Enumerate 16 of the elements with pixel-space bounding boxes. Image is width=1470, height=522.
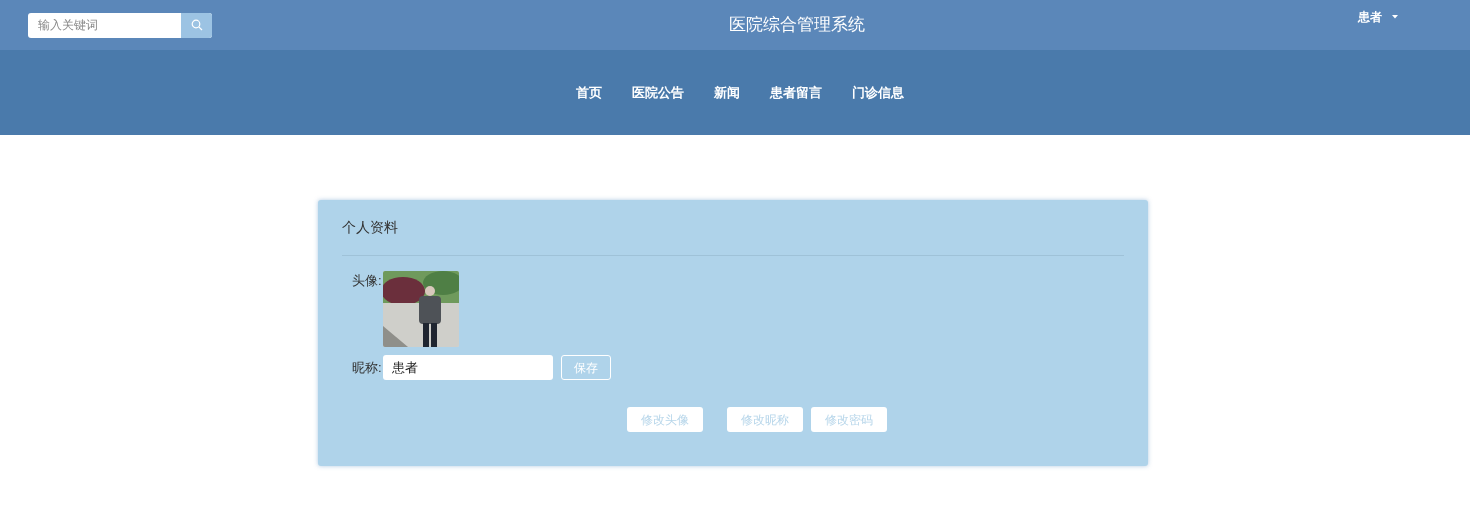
search-icon bbox=[190, 19, 203, 31]
user-menu[interactable]: 患者 bbox=[1358, 8, 1398, 26]
search-input[interactable]: 输入关键词 bbox=[28, 12, 181, 38]
nav-link[interactable]: 新闻 bbox=[714, 82, 740, 103]
avatar-label: 头像: bbox=[350, 272, 383, 290]
nav-link[interactable]: 医院公告 bbox=[632, 82, 684, 103]
nickname-field[interactable]: 患者 bbox=[382, 355, 553, 380]
site-title: 医院综合管理系统 bbox=[729, 14, 865, 37]
search-button[interactable] bbox=[181, 12, 212, 38]
nav-link[interactable]: 患者留言 bbox=[770, 82, 822, 103]
nickname-label: 昵称: bbox=[350, 358, 383, 377]
nav-link[interactable]: 首页 bbox=[576, 82, 602, 103]
caret-icon bbox=[1392, 15, 1398, 19]
search-field[interactable]: 输入关键词 bbox=[28, 12, 212, 38]
card-title: 个人资料 bbox=[341, 218, 398, 237]
nav-link[interactable]: 门诊信息 bbox=[852, 82, 904, 103]
